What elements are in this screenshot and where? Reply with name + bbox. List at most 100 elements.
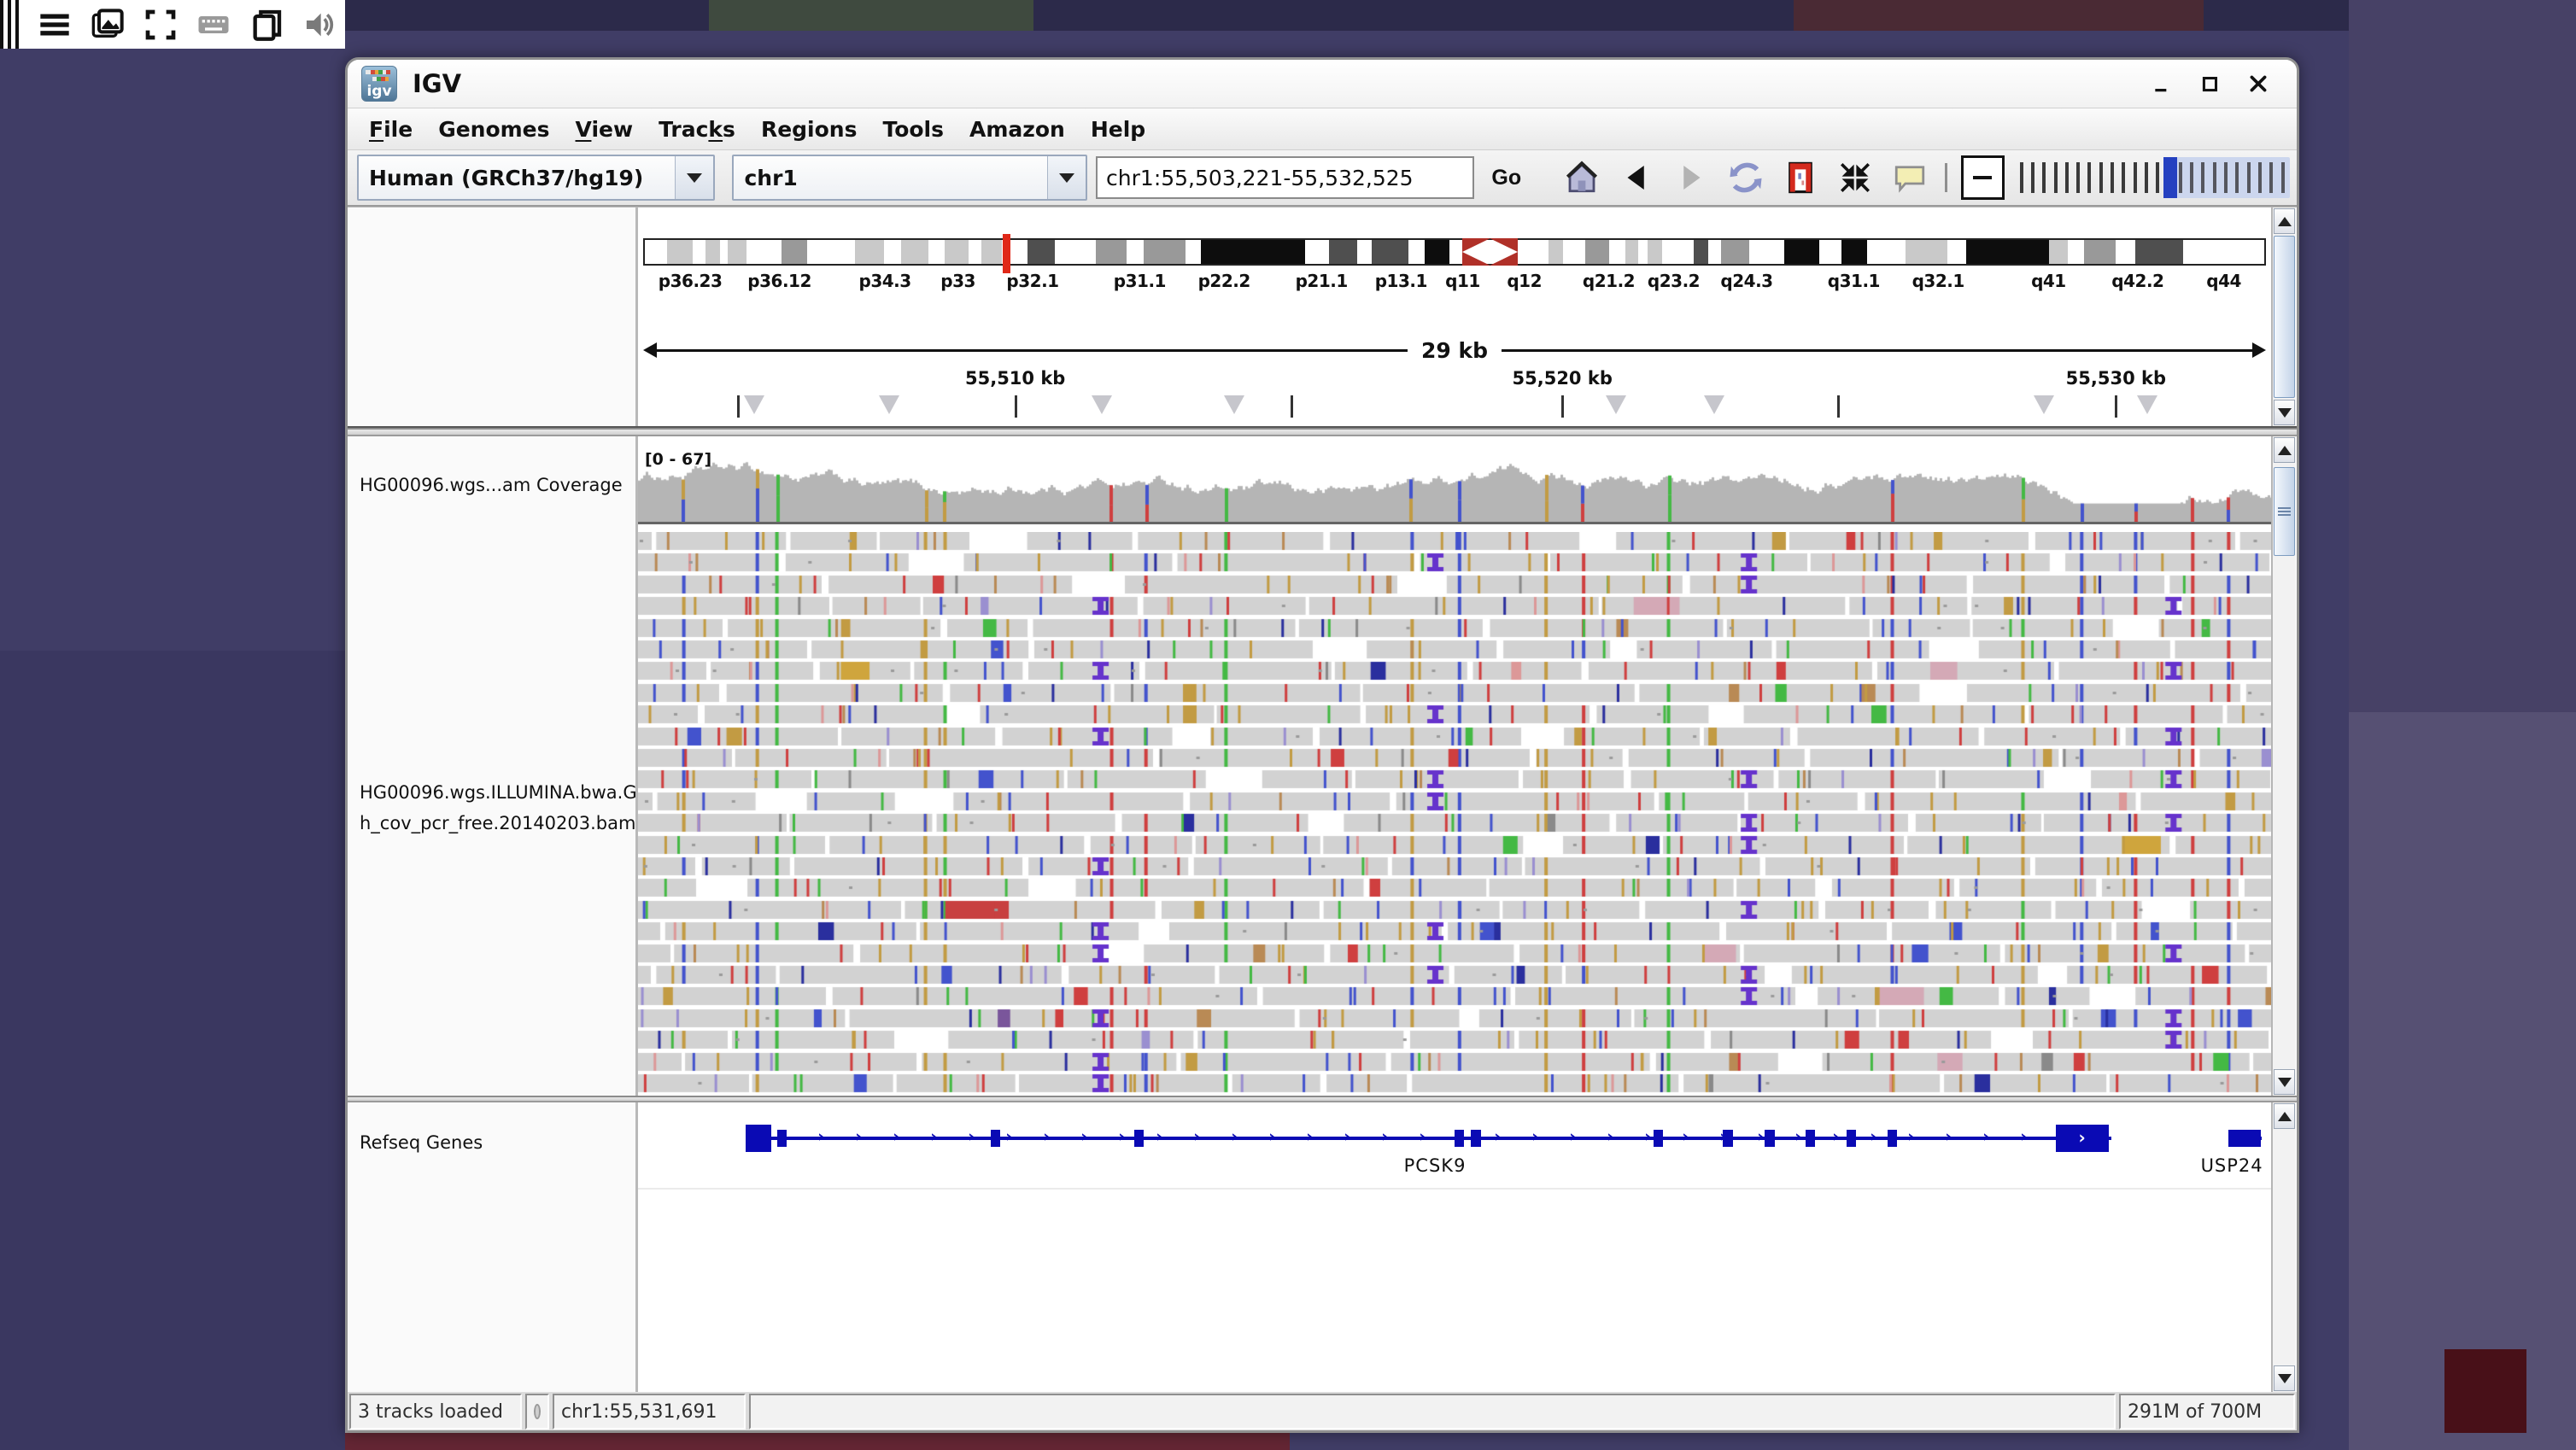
coverage-track-name[interactable]: HG00096.wgs...am Coverage bbox=[360, 471, 623, 501]
home-icon[interactable] bbox=[1560, 156, 1603, 199]
minimize-button[interactable] bbox=[2150, 71, 2175, 96]
band bbox=[2084, 240, 2116, 264]
band-label: q31.1 bbox=[1828, 271, 1880, 291]
gene-exon[interactable] bbox=[2228, 1130, 2261, 1147]
zoom-tick bbox=[2099, 162, 2103, 193]
keyboard-icon[interactable] bbox=[196, 6, 231, 44]
refseq-data-area: ›››››››››››››››››››››››››››››››››››PCSK9… bbox=[638, 1102, 2271, 1392]
ruler-tick bbox=[1015, 395, 1017, 418]
zoom-tick bbox=[2042, 162, 2046, 193]
gene-exon[interactable] bbox=[1765, 1130, 1775, 1147]
gene-exon[interactable] bbox=[1847, 1130, 1856, 1147]
genome-select[interactable]: Human (GRCh37/hg19) bbox=[357, 155, 715, 201]
main-toolbar: Human (GRCh37/hg19) chr1 Go bbox=[348, 150, 2297, 207]
chromosome-ideogram[interactable] bbox=[643, 238, 2266, 266]
panel-splitter[interactable] bbox=[348, 428, 2297, 436]
fit-to-window-icon[interactable] bbox=[1834, 156, 1876, 199]
zoom-tick bbox=[2111, 162, 2114, 193]
gene-exon[interactable] bbox=[1455, 1130, 1464, 1147]
panel-splitter[interactable] bbox=[348, 1096, 2297, 1102]
alignment-scrollbar[interactable] bbox=[2271, 436, 2296, 1096]
gene-exon[interactable] bbox=[1806, 1130, 1815, 1147]
locus-data-area: p36.23p36.12p34.3p33p32.1p31.1p22.2p21.1… bbox=[638, 208, 2271, 426]
band-label: p21.1 bbox=[1296, 271, 1348, 291]
go-button[interactable]: Go bbox=[1483, 161, 1530, 196]
back-icon[interactable] bbox=[1615, 156, 1658, 199]
strand-arrow-icon: › bbox=[930, 1127, 937, 1146]
gene-exon[interactable] bbox=[1888, 1130, 1897, 1147]
strand-arrow-icon: › bbox=[1043, 1127, 1050, 1146]
forward-icon[interactable] bbox=[1670, 156, 1712, 199]
menu-item-view[interactable]: View bbox=[563, 117, 647, 142]
roi-marker-icon[interactable] bbox=[1606, 395, 1626, 414]
maximize-button[interactable] bbox=[2198, 71, 2223, 96]
roi-marker-icon[interactable] bbox=[879, 395, 899, 414]
band bbox=[1662, 240, 1694, 264]
menu-item-help[interactable]: Help bbox=[1078, 117, 1158, 142]
tooltip-mode-icon[interactable] bbox=[1888, 156, 1931, 199]
chevron-down-icon[interactable] bbox=[1048, 156, 1086, 199]
zoom-slider[interactable] bbox=[2017, 155, 2290, 200]
refseq-scrollbar[interactable] bbox=[2271, 1102, 2296, 1392]
gene-exon[interactable] bbox=[1471, 1130, 1481, 1147]
band bbox=[1721, 240, 1750, 264]
zoom-slider-thumb[interactable] bbox=[2163, 157, 2177, 198]
gene-exon[interactable] bbox=[1723, 1130, 1733, 1147]
gene-intron-line[interactable] bbox=[746, 1137, 2111, 1140]
menu-item-regions[interactable]: Regions bbox=[748, 117, 870, 142]
roi-marker-icon[interactable] bbox=[2034, 395, 2054, 414]
scroll-up-icon[interactable] bbox=[2274, 437, 2295, 463]
chevron-down-icon[interactable] bbox=[676, 156, 713, 199]
strand-arrow-icon: › bbox=[893, 1127, 899, 1146]
scroll-down-icon[interactable] bbox=[2274, 400, 2295, 425]
copy-icon[interactable] bbox=[249, 6, 284, 44]
gene-exon[interactable] bbox=[777, 1130, 787, 1147]
menu-item-genomes[interactable]: Genomes bbox=[425, 117, 562, 142]
scrollbar-thumb[interactable] bbox=[2274, 467, 2295, 556]
region-tool-icon[interactable] bbox=[1779, 156, 1822, 199]
menu-item-tracks[interactable]: Tracks bbox=[646, 117, 748, 142]
alignment-track-name[interactable]: HG00096.wgs.ILLUMINA.bwa.G h_cov_pcr_fre… bbox=[360, 778, 637, 839]
strand-arrow-icon: › bbox=[1644, 1127, 1651, 1146]
gene-exon[interactable] bbox=[1134, 1130, 1144, 1147]
menu-icon[interactable] bbox=[38, 6, 72, 44]
fullscreen-icon[interactable] bbox=[143, 6, 178, 44]
alignment-reads[interactable] bbox=[638, 532, 2271, 1096]
roi-marker-icon[interactable] bbox=[1704, 395, 1724, 414]
menu-item-file[interactable]: File bbox=[356, 117, 425, 142]
refresh-icon[interactable] bbox=[1724, 156, 1767, 199]
screenshot-icon[interactable] bbox=[91, 6, 125, 44]
gene-exon[interactable] bbox=[1654, 1130, 1663, 1147]
menu-item-amazon[interactable]: Amazon bbox=[957, 117, 1078, 142]
refseq-track-name[interactable]: Refseq Genes bbox=[360, 1128, 483, 1159]
roi-marker-icon[interactable] bbox=[2137, 395, 2157, 414]
scrollbar-thumb[interactable] bbox=[2274, 236, 2295, 398]
band bbox=[945, 240, 969, 264]
drag-grip[interactable] bbox=[0, 0, 19, 49]
zoom-tick bbox=[2201, 162, 2204, 193]
band bbox=[2049, 240, 2068, 264]
gene-exon[interactable] bbox=[746, 1125, 771, 1152]
roi-marker-icon[interactable] bbox=[1224, 395, 1244, 414]
locus-input[interactable] bbox=[1096, 156, 1474, 199]
gene-exon[interactable]: › bbox=[2056, 1125, 2109, 1152]
strand-arrow-icon: › bbox=[1231, 1127, 1238, 1146]
menu-item-tools[interactable]: Tools bbox=[869, 117, 957, 142]
scroll-up-icon[interactable] bbox=[2274, 208, 2295, 234]
title-bar[interactable]: igv IGV bbox=[348, 60, 2297, 108]
roi-marker-icon[interactable] bbox=[1092, 395, 1112, 414]
band bbox=[807, 240, 855, 264]
volume-icon[interactable] bbox=[302, 6, 337, 44]
locus-scrollbar[interactable] bbox=[2271, 208, 2296, 426]
zoom-out-icon[interactable] bbox=[1961, 155, 2005, 200]
band bbox=[1749, 240, 1784, 264]
close-button[interactable] bbox=[2245, 71, 2271, 96]
scroll-down-icon[interactable] bbox=[2274, 1365, 2295, 1391]
coverage-histogram[interactable] bbox=[638, 457, 2271, 523]
chromosome-select[interactable]: chr1 bbox=[732, 155, 1087, 201]
roi-marker-icon[interactable] bbox=[744, 395, 764, 414]
scroll-down-icon[interactable] bbox=[2274, 1069, 2295, 1095]
strand-arrow-icon: › bbox=[1306, 1127, 1313, 1146]
gene-exon[interactable] bbox=[991, 1130, 1000, 1147]
scroll-up-icon[interactable] bbox=[2274, 1103, 2295, 1129]
